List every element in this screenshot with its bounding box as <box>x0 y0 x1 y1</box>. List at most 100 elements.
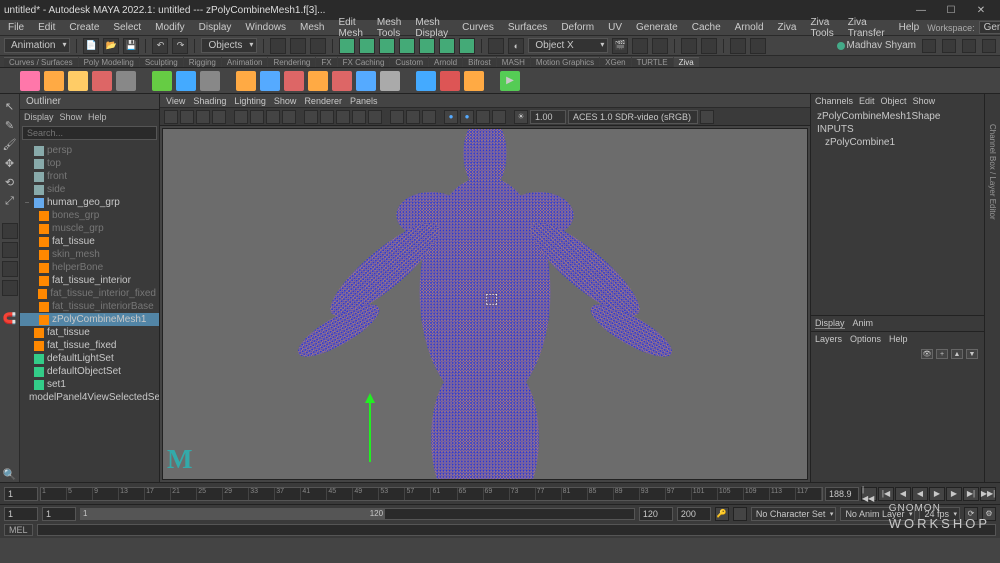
sidebar-toggle-3[interactable] <box>962 39 976 53</box>
outliner-menu-display[interactable]: Display <box>24 112 54 122</box>
menu-file[interactable]: File <box>2 22 30 33</box>
command-language-label[interactable]: MEL <box>4 524 33 536</box>
viewport-menu-panels[interactable]: Panels <box>350 96 378 106</box>
vp-film-gate-icon[interactable] <box>250 110 264 124</box>
rotate-tool-icon[interactable]: ⟲ <box>2 174 18 190</box>
lasso-tool-icon[interactable]: ✎ <box>2 117 18 133</box>
layout-four-icon[interactable] <box>2 242 18 258</box>
outliner-node[interactable]: modelPanel4ViewSelectedSet <box>20 391 159 404</box>
layer-menu-options[interactable]: Options <box>850 334 881 344</box>
select-tool-icon[interactable]: ↖ <box>2 98 18 114</box>
time-slider-track[interactable]: 1591317212529333741454953576165697377818… <box>40 487 823 501</box>
snap-view-icon[interactable] <box>439 38 455 54</box>
vp-use-lights-icon[interactable] <box>352 110 366 124</box>
outliner-node[interactable]: fat_tissue_interior_fixed <box>20 287 159 300</box>
move-manipulator-y[interactable] <box>369 402 371 462</box>
ziva-cloth-icon[interactable] <box>92 71 112 91</box>
ziva-solver-icon[interactable] <box>20 71 40 91</box>
snap-point-icon[interactable] <box>379 38 395 54</box>
shelf-tab[interactable]: Curves / Surfaces <box>4 57 78 67</box>
anim-start-field[interactable] <box>4 507 38 521</box>
ziva-link2-icon[interactable] <box>380 71 400 91</box>
layer-visibility-icon[interactable]: 👁 <box>921 349 933 359</box>
vp-motion-blur-icon[interactable]: ● <box>460 110 474 124</box>
menu-arnold[interactable]: Arnold <box>729 22 770 33</box>
vp-grid-icon[interactable] <box>234 110 248 124</box>
settings-icon[interactable] <box>730 38 746 54</box>
menu-create[interactable]: Create <box>63 22 105 33</box>
open-scene-icon[interactable]: 📂 <box>103 38 119 54</box>
undo-icon[interactable]: ↶ <box>152 38 168 54</box>
vp-resolution-gate-icon[interactable] <box>266 110 280 124</box>
render-settings-icon[interactable] <box>652 38 668 54</box>
move-tool-icon[interactable]: ✥ <box>2 155 18 171</box>
menu-select[interactable]: Select <box>107 22 147 33</box>
ziva-cache-icon[interactable] <box>152 71 172 91</box>
menu-edit[interactable]: Edit <box>32 22 61 33</box>
search-tool-icon[interactable]: 🔍 <box>2 466 18 482</box>
playback-start-field[interactable] <box>42 507 76 521</box>
ziva-extract-icon[interactable] <box>440 71 460 91</box>
layout-single-icon[interactable] <box>2 223 18 239</box>
vp-smooth-shade-icon[interactable] <box>320 110 334 124</box>
snap-toggle-icon[interactable] <box>459 38 475 54</box>
snap-plane-icon[interactable] <box>399 38 415 54</box>
vp-exposure-field[interactable]: 1.00 <box>530 110 566 124</box>
redo-icon[interactable]: ↷ <box>172 38 188 54</box>
outliner-node[interactable]: zPolyCombineMesh1 <box>20 313 159 326</box>
close-button[interactable]: ✕ <box>966 1 996 19</box>
range-slider-track[interactable]: 1 120 <box>80 508 635 520</box>
shelf-tab[interactable]: Rigging <box>184 57 221 67</box>
construction-history-icon[interactable] <box>488 38 504 54</box>
sidebar-toggle-2[interactable] <box>942 39 956 53</box>
cb-menu-channels[interactable]: Channels <box>815 96 853 106</box>
menu-help[interactable]: Help <box>893 22 926 33</box>
menu-surfaces[interactable]: Surfaces <box>502 22 553 33</box>
snap-curve-icon[interactable] <box>359 38 375 54</box>
range-autokey-icon[interactable] <box>733 507 747 521</box>
vp-xray-joints-icon[interactable] <box>422 110 436 124</box>
shelf-tab[interactable]: Rendering <box>268 57 315 67</box>
shelf-tab[interactable]: Arnold <box>429 57 462 67</box>
go-to-start-button[interactable]: |◀◀ <box>861 487 877 501</box>
command-input[interactable] <box>37 524 996 536</box>
vp-textured-icon[interactable] <box>336 110 350 124</box>
scale-tool-icon[interactable]: ⤢ <box>2 193 18 209</box>
save-scene-icon[interactable]: 💾 <box>123 38 139 54</box>
viewport-menu-lighting[interactable]: Lighting <box>234 96 266 106</box>
character-set-dropdown[interactable]: No Character Set <box>751 507 837 521</box>
end-frame-indicator[interactable] <box>825 487 859 501</box>
menu-zivatools[interactable]: Ziva Tools <box>804 17 839 39</box>
vp-2d-pan-icon[interactable] <box>212 110 226 124</box>
shelf-tab[interactable]: Sculpting <box>140 57 183 67</box>
vp-gamma-icon[interactable] <box>700 110 714 124</box>
menuset-dropdown[interactable]: Animation <box>4 38 70 53</box>
workspace-dropdown[interactable]: General* <box>979 21 1000 34</box>
new-scene-icon[interactable]: 📄 <box>83 38 99 54</box>
vp-select-camera-icon[interactable] <box>164 110 178 124</box>
minimize-button[interactable]: — <box>906 1 936 19</box>
sidebar-toggle-4[interactable] <box>982 39 996 53</box>
outliner-menu-help[interactable]: Help <box>88 112 107 122</box>
outliner-node[interactable]: defaultObjectSet <box>20 365 159 378</box>
vp-aa-icon[interactable] <box>476 110 490 124</box>
cb-node-name[interactable]: zPolyCombineMesh1Shape <box>817 110 978 123</box>
outliner-node[interactable]: front <box>20 170 159 183</box>
shelf-tab[interactable]: MASH <box>497 57 530 67</box>
ziva-play-icon[interactable]: ▶ <box>500 71 520 91</box>
layer-menu-layers[interactable]: Layers <box>815 334 842 344</box>
menu-deform[interactable]: Deform <box>555 22 600 33</box>
shelf-tab[interactable]: Animation <box>222 57 268 67</box>
vp-ao-icon[interactable]: ● <box>444 110 458 124</box>
ziva-loa-icon[interactable] <box>284 71 304 91</box>
layer-new-icon[interactable]: + <box>936 349 948 359</box>
outliner-node[interactable]: top <box>20 157 159 170</box>
viewport-menu-renderer[interactable]: Renderer <box>304 96 342 106</box>
shelf-tab[interactable]: Bifrost <box>463 57 496 67</box>
layer-down-icon[interactable]: ▼ <box>966 349 978 359</box>
menu-generate[interactable]: Generate <box>630 22 684 33</box>
light-editor-icon[interactable] <box>701 38 717 54</box>
ipr-icon[interactable] <box>632 38 648 54</box>
layer-tab-display[interactable]: Display <box>815 318 845 329</box>
vp-shadows-icon[interactable] <box>368 110 382 124</box>
